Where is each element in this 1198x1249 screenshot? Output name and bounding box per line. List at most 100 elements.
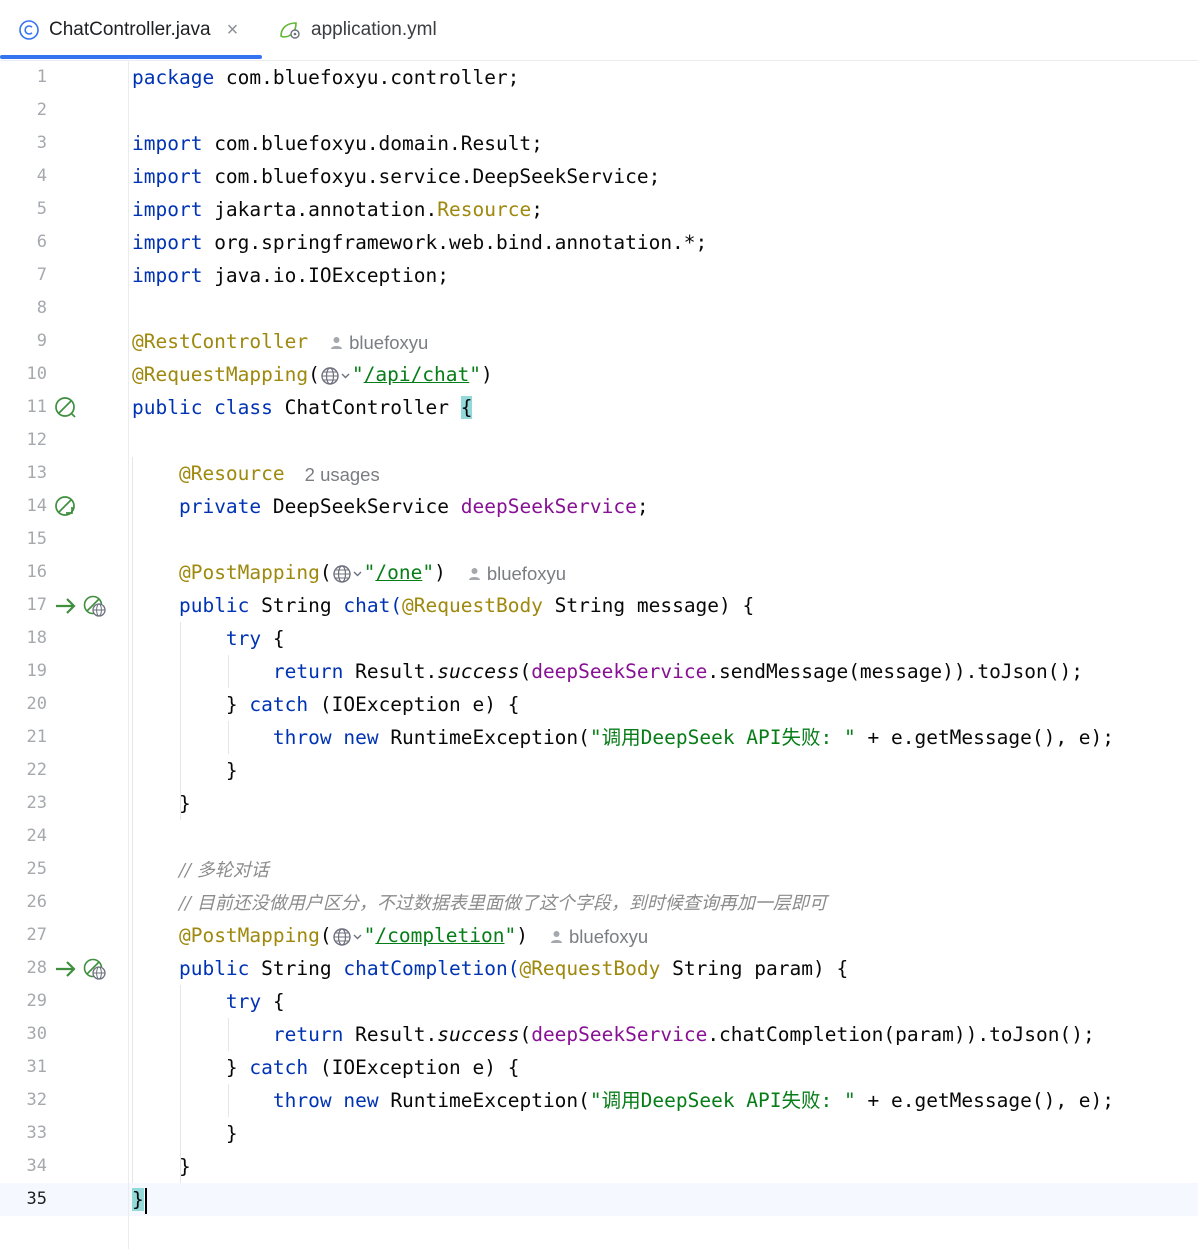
- code-line[interactable]: 10 @RequestMapping("/api/chat"): [0, 358, 1198, 391]
- code-line[interactable]: 15: [0, 523, 1198, 556]
- endpoint-path-link[interactable]: /one: [375, 561, 422, 584]
- code-text: public String chat(@RequestBody String m…: [132, 589, 754, 622]
- globe-endpoint-icon[interactable]: [320, 366, 352, 386]
- code-line[interactable]: 21 throw new RuntimeException("调用DeepSee…: [0, 721, 1198, 754]
- code-text: }: [132, 787, 191, 820]
- keyword: import: [132, 132, 203, 155]
- import-path: java.io.IOException;: [202, 264, 449, 287]
- code-line[interactable]: 29 try {: [0, 985, 1198, 1018]
- code-text: @PostMapping("/completion") bluefoxyu: [132, 919, 648, 953]
- code-line[interactable]: 27 @PostMapping("/completion") bluefoxyu: [0, 919, 1198, 952]
- request-mapping-arrow-icon[interactable]: [54, 594, 78, 618]
- endpoint-globe-icon[interactable]: [83, 957, 107, 981]
- exception-ctor: RuntimeException(: [378, 1089, 590, 1112]
- semicolon: ;: [636, 495, 649, 518]
- keyword: import: [132, 231, 203, 254]
- code-line[interactable]: 28 public String chatCompletion(@Request…: [0, 952, 1198, 985]
- code-line[interactable]: 18 try {: [0, 622, 1198, 655]
- globe-endpoint-icon[interactable]: [332, 927, 364, 947]
- user-icon: [331, 336, 343, 349]
- code-line[interactable]: 33 }: [0, 1117, 1198, 1150]
- static-method: success: [437, 1023, 520, 1046]
- code-line[interactable]: 20 } catch (IOException e) {: [0, 688, 1198, 721]
- code-line[interactable]: 24: [0, 820, 1198, 853]
- code-line[interactable]: 8: [0, 292, 1198, 325]
- gutter-icons: [54, 957, 107, 981]
- line-number: 23: [26, 793, 47, 813]
- tab-application-yml[interactable]: application.yml: [278, 0, 437, 60]
- code-line[interactable]: 12: [0, 424, 1198, 457]
- class-ref: Result.: [343, 1023, 438, 1046]
- code-line[interactable]: 22 }: [0, 754, 1198, 787]
- code-line[interactable]: 26 // 目前还没做用户区分，不过数据表里面做了这个字段，到时候查询再加一层即…: [0, 886, 1198, 919]
- keyword: try: [225, 990, 262, 1013]
- brace: }: [225, 759, 238, 782]
- keyword: catch: [249, 1056, 309, 1079]
- method-name: chatCompletion(: [343, 957, 520, 980]
- annotation: @PostMapping: [178, 924, 320, 947]
- comment: // 多轮对话: [178, 860, 269, 881]
- globe-endpoint-icon[interactable]: [332, 564, 364, 584]
- import-path: com.bluefoxyu.domain.Result;: [202, 132, 543, 155]
- code-line[interactable]: 9 @RestController bluefoxyu: [0, 325, 1198, 358]
- code-line[interactable]: 3 import com.bluefoxyu.domain.Result;: [0, 127, 1198, 160]
- code-text: }: [132, 754, 238, 787]
- code-line[interactable]: 13 @Resource 2 usages: [0, 457, 1198, 490]
- author-hint[interactable]: bluefoxyu: [550, 920, 648, 953]
- close-icon[interactable]: ×: [227, 19, 239, 42]
- code-line[interactable]: 4 import com.bluefoxyu.service.DeepSeekS…: [0, 160, 1198, 193]
- brace: }: [225, 693, 238, 716]
- tab-label: ChatController.java: [49, 19, 211, 40]
- line-number: 31: [26, 1057, 47, 1077]
- brace: }: [225, 1056, 238, 1079]
- tab-chatcontroller-java[interactable]: ChatController.java ×: [18, 0, 238, 60]
- method-name: chat(: [343, 594, 403, 617]
- code-line[interactable]: 23 }: [0, 787, 1198, 820]
- code-text: } catch (IOException e) {: [132, 688, 520, 721]
- spring-bean-icon[interactable]: [54, 396, 78, 420]
- keyword: new: [343, 1089, 379, 1112]
- code-line[interactable]: 31 } catch (IOException e) {: [0, 1051, 1198, 1084]
- package-name: com.bluefoxyu.controller;: [214, 66, 520, 89]
- code-editor[interactable]: 1 package com.bluefoxyu.controller; 2 3 …: [0, 61, 1198, 1249]
- catch-params: (IOException e) {: [308, 1056, 520, 1079]
- code-line[interactable]: 5 import jakarta.annotation.Resource;: [0, 193, 1198, 226]
- code-text: }: [132, 1117, 238, 1150]
- type-name: DeepSeekService: [261, 495, 461, 518]
- line-number: 24: [26, 826, 47, 846]
- line-number: 11: [26, 397, 47, 417]
- line-number: 27: [26, 925, 47, 945]
- code-line[interactable]: 11 public class ChatController {: [0, 391, 1198, 424]
- author-hint[interactable]: bluefoxyu: [468, 557, 566, 590]
- semicolon: ;: [531, 198, 543, 221]
- endpoint-globe-icon[interactable]: [83, 594, 107, 618]
- catch-params: (IOException e) {: [308, 693, 520, 716]
- code-line[interactable]: 16 @PostMapping("/one") bluefoxyu: [0, 556, 1198, 589]
- brace: }: [225, 1122, 238, 1145]
- code-line[interactable]: 32 throw new RuntimeException("调用DeepSee…: [0, 1084, 1198, 1117]
- usages-hint[interactable]: 2 usages: [305, 458, 380, 491]
- code-line[interactable]: 6 import org.springframework.web.bind.an…: [0, 226, 1198, 259]
- code-line[interactable]: 19 return Result.success(deepSeekService…: [0, 655, 1198, 688]
- params: String param) {: [660, 957, 849, 980]
- brace: }: [178, 1155, 191, 1178]
- endpoint-path-link[interactable]: /completion: [375, 924, 504, 947]
- line-number: 25: [26, 859, 47, 879]
- line-number: 12: [26, 430, 47, 450]
- annotation: @RestController: [132, 330, 309, 353]
- code-line[interactable]: 30 return Result.success(deepSeekService…: [0, 1018, 1198, 1051]
- code-line[interactable]: 25 // 多轮对话: [0, 853, 1198, 886]
- code-line[interactable]: 2: [0, 94, 1198, 127]
- code-line[interactable]: 1 package com.bluefoxyu.controller;: [0, 61, 1198, 94]
- code-line[interactable]: 14 private DeepSeekService deepSeekServi…: [0, 490, 1198, 523]
- line-number: 17: [26, 595, 47, 615]
- code-line[interactable]: 35 }: [0, 1183, 1198, 1216]
- endpoint-path-link[interactable]: /api/chat: [364, 363, 470, 386]
- code-line[interactable]: 7 import java.io.IOException;: [0, 259, 1198, 292]
- author-hint[interactable]: bluefoxyu: [330, 326, 428, 359]
- autowired-bean-icon[interactable]: [54, 495, 78, 519]
- request-mapping-arrow-icon[interactable]: [54, 957, 78, 981]
- code-line[interactable]: 34 }: [0, 1150, 1198, 1183]
- class-name: ChatController: [272, 396, 461, 419]
- code-line[interactable]: 17 public String chat(@RequestBody Strin…: [0, 589, 1198, 622]
